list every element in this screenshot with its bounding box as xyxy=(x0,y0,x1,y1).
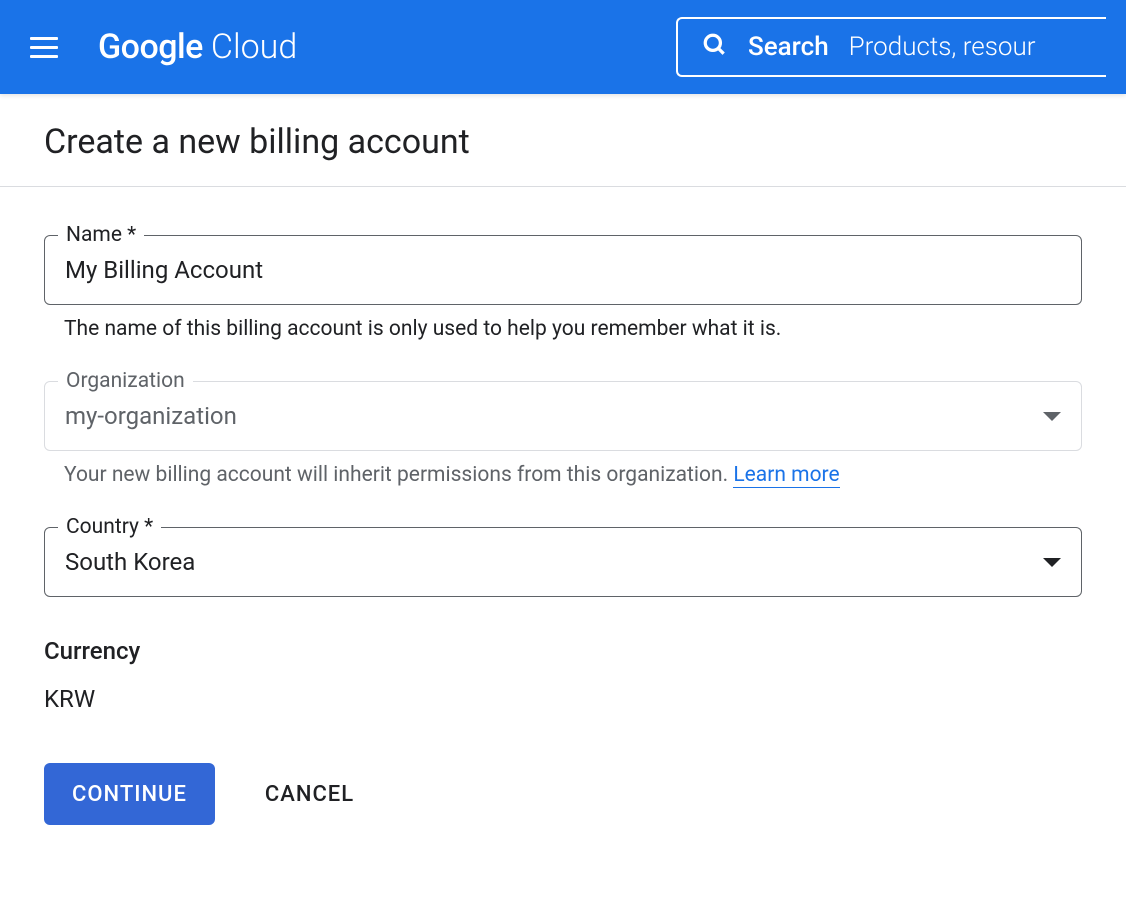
organization-helper-text: Your new billing account will inherit pe… xyxy=(44,463,1082,487)
app-header: Google Cloud Search Products, resour xyxy=(0,0,1126,94)
page-title: Create a new billing account xyxy=(44,122,1082,162)
chevron-down-icon xyxy=(1043,558,1061,567)
currency-label: Currency xyxy=(44,637,1082,665)
currency-section: Currency KRW xyxy=(44,637,1082,713)
search-label: Search xyxy=(748,32,829,62)
country-select[interactable]: South Korea xyxy=(44,527,1082,597)
logo[interactable]: Google Cloud xyxy=(98,27,297,67)
search-icon xyxy=(702,32,728,62)
button-row: CONTINUE CANCEL xyxy=(44,763,1082,825)
continue-button[interactable]: CONTINUE xyxy=(44,763,215,825)
chevron-down-icon xyxy=(1043,412,1061,421)
hamburger-icon xyxy=(30,37,58,40)
name-field-group: Name * xyxy=(44,235,1082,305)
organization-value: my-organization xyxy=(65,402,237,430)
logo-google-text: Google xyxy=(98,27,203,67)
organization-field-group: Organization my-organization xyxy=(44,381,1082,451)
name-helper-text: The name of this billing account is only… xyxy=(44,317,1082,341)
name-input[interactable] xyxy=(44,235,1082,305)
name-label: Name * xyxy=(58,223,144,247)
menu-button[interactable] xyxy=(20,27,68,68)
organization-select[interactable]: my-organization xyxy=(44,381,1082,451)
country-value: South Korea xyxy=(65,548,195,576)
organization-helper-prefix: Your new billing account will inherit pe… xyxy=(64,463,733,487)
learn-more-link[interactable]: Learn more xyxy=(733,463,839,488)
search-box[interactable]: Search Products, resour xyxy=(676,17,1106,77)
country-field-group: Country * South Korea xyxy=(44,527,1082,597)
page-title-section: Create a new billing account xyxy=(0,94,1126,187)
cancel-button[interactable]: CANCEL xyxy=(265,782,354,807)
search-placeholder-text: Products, resour xyxy=(849,32,1036,62)
billing-form: Name * The name of this billing account … xyxy=(0,187,1126,873)
logo-cloud-text: Cloud xyxy=(211,27,297,67)
country-label: Country * xyxy=(58,515,161,539)
currency-value: KRW xyxy=(44,685,1082,713)
organization-label: Organization xyxy=(58,369,193,393)
